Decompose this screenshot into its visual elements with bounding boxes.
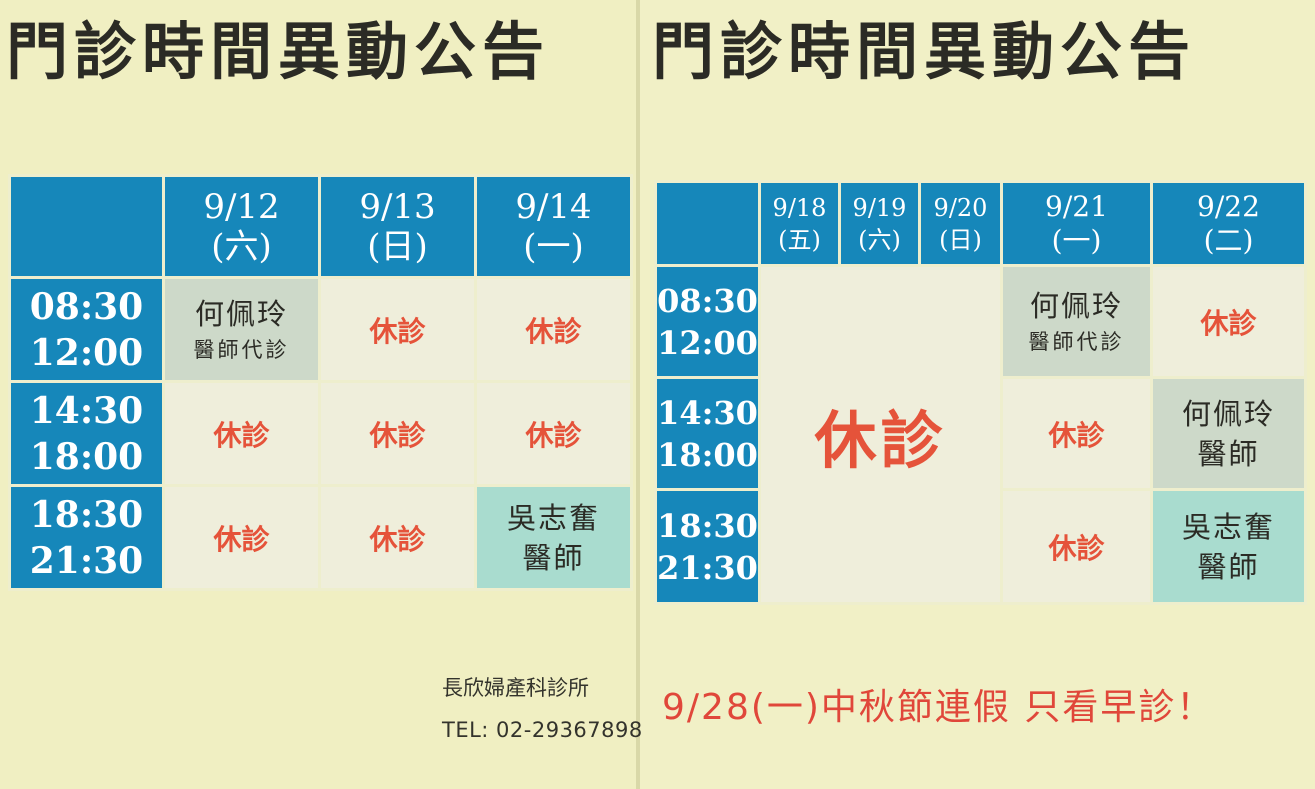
closed-label: 休診 [369, 522, 426, 556]
time-start: 08:30 [29, 285, 144, 328]
date-label: 9/12 [203, 186, 280, 227]
closed-label: 休診 [213, 522, 270, 556]
closed-label: 休診 [1048, 418, 1105, 452]
weekday-label: (日) [367, 226, 428, 267]
closed-cell: 休診 [1000, 376, 1153, 491]
holiday-notice: 9/28(一)中秋節連假 只看早診！ [662, 687, 1215, 728]
time-end: 18:00 [29, 435, 144, 478]
time-end: 12:00 [657, 323, 758, 362]
date-header: 9/21 (一) [1000, 180, 1153, 267]
doctor-name: 何佩玲 [1029, 288, 1123, 323]
closed-label: 休診 [525, 314, 582, 348]
closed-cell: 休診 [318, 276, 477, 383]
time-end: 21:30 [657, 548, 758, 587]
time-slot: 14:30 18:00 [8, 380, 165, 487]
weekday-label: (六) [211, 226, 272, 267]
doctor-role: 醫師 [1197, 549, 1260, 584]
merged-closed-cell: 休診 [758, 264, 1003, 605]
time-slot: 08:30 12:00 [8, 276, 165, 383]
closed-cell: 休診 [1150, 264, 1307, 379]
date-header: 9/19 (六) [838, 180, 921, 267]
date-header-row: 9/12 (六) 9/13 (日) 9/14 (一) [8, 174, 633, 279]
corner-cell [654, 180, 761, 267]
doctor-role: 醫師 [1197, 436, 1260, 471]
sheet-seam [636, 0, 640, 789]
schedule-table-right: 9/18 (五) 9/19 (六) 9/20 (日) 9/21 (一) 9/22… [654, 180, 1307, 605]
doctor-role: 醫師 [522, 540, 585, 575]
closed-cell: 休診 [474, 380, 633, 487]
closed-label: 休診 [1048, 531, 1105, 565]
time-end: 18:00 [657, 435, 758, 474]
weekday-label: (一) [523, 226, 584, 267]
table-row: 08:30 12:00 何佩玲 醫師代診 休診 休診 [8, 276, 633, 383]
table-row: 18:30 21:30 休診 休診 吳志奮 醫師 [8, 484, 633, 591]
closed-cell: 休診 [318, 380, 477, 487]
corner-cell [8, 174, 165, 279]
table-row: 14:30 18:00 休診 休診 休診 [8, 380, 633, 487]
time-start: 14:30 [29, 389, 144, 432]
doctor-role: 醫師代診 [1028, 329, 1125, 354]
closed-cell: 休診 [1000, 488, 1153, 605]
time-start: 18:30 [29, 493, 144, 536]
closed-cell: 休診 [162, 484, 321, 591]
table-row: 08:30 12:00 休診 何佩玲 醫師代診 休診 [654, 264, 1307, 605]
time-start: 14:30 [657, 393, 758, 432]
doctor-name: 何佩玲 [194, 296, 288, 331]
schedule-table-left: 9/12 (六) 9/13 (日) 9/14 (一) 08:30 12:00 何… [8, 174, 633, 591]
date-label: 9/13 [359, 186, 436, 227]
doctor-name: 吳志奮 [506, 500, 600, 535]
closed-label: 休診 [369, 418, 426, 452]
date-header: 9/18 (五) [758, 180, 841, 267]
time-slot: 18:30 21:30 [8, 484, 165, 591]
date-label: 9/20 [933, 193, 988, 222]
time-end: 12:00 [29, 331, 144, 374]
closed-cell: 休診 [318, 484, 477, 591]
doctor-name: 何佩玲 [1181, 396, 1275, 431]
date-label: 9/21 [1045, 189, 1108, 223]
clinic-name: 長欣婦產科診所 [442, 676, 589, 700]
doctor-cell: 何佩玲 醫師代診 [162, 276, 321, 383]
date-label: 9/14 [515, 186, 592, 227]
closed-label: 休診 [213, 418, 270, 452]
date-header: 9/20 (日) [918, 180, 1003, 267]
time-slot: 14:30 18:00 [654, 376, 761, 491]
date-header-row: 9/18 (五) 9/19 (六) 9/20 (日) 9/21 (一) 9/22… [654, 180, 1307, 267]
weekday-label: (六) [858, 225, 901, 254]
doctor-cell: 何佩玲 醫師代診 [1000, 264, 1153, 379]
closed-cell: 休診 [162, 380, 321, 487]
weekday-label: (一) [1051, 223, 1102, 257]
date-label: 9/19 [852, 193, 907, 222]
closed-label: 休診 [525, 418, 582, 452]
weekday-label: (二) [1203, 223, 1254, 257]
weekday-label: (五) [778, 225, 821, 254]
date-header: 9/22 (二) [1150, 180, 1307, 267]
date-label: 9/22 [1197, 189, 1260, 223]
doctor-cell: 吳志奮 醫師 [1150, 488, 1307, 605]
doctor-name: 吳志奮 [1181, 509, 1275, 544]
date-header: 9/12 (六) [162, 174, 321, 279]
closed-label: 休診 [1200, 306, 1257, 340]
notice-title-left: 門診時間異動公告 [6, 15, 551, 88]
clinic-phone: TEL: 02-29367898 [442, 718, 643, 742]
doctor-cell: 何佩玲 醫師 [1150, 376, 1307, 491]
date-header: 9/13 (日) [318, 174, 477, 279]
time-slot: 18:30 21:30 [654, 488, 761, 605]
notice-title-right: 門診時間異動公告 [652, 15, 1197, 88]
date-label: 9/18 [772, 193, 827, 222]
time-slot: 08:30 12:00 [654, 264, 761, 379]
closed-cell: 休診 [474, 276, 633, 383]
closed-label: 休診 [369, 314, 426, 348]
doctor-role: 醫師代診 [193, 337, 290, 362]
date-header: 9/14 (一) [474, 174, 633, 279]
time-start: 08:30 [657, 281, 758, 320]
doctor-cell: 吳志奮 醫師 [474, 484, 633, 591]
time-end: 21:30 [29, 539, 144, 582]
time-start: 18:30 [657, 506, 758, 545]
weekday-label: (日) [939, 225, 982, 254]
closed-label: 休診 [814, 403, 947, 477]
